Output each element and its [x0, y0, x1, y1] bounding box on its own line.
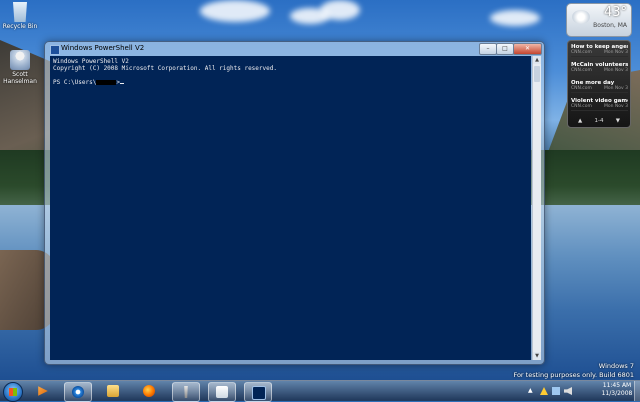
- console-line: Copyright (C) 2008 Microsoft Corporation…: [53, 65, 277, 72]
- previous-arrow-icon[interactable]: ▲: [578, 118, 582, 124]
- powershell-icon: [252, 386, 266, 400]
- taskbar: ▲ 11:45 AM 11/3/2008: [0, 380, 640, 402]
- news-date: Mon Nov 3: [604, 68, 628, 73]
- windows-logo-icon: [9, 388, 17, 396]
- news-source: CNN.com: [571, 104, 592, 109]
- news-source: CNN.com: [571, 86, 592, 91]
- window-title: Windows PowerShell V2: [61, 44, 145, 52]
- scroll-down-arrow-icon[interactable]: ▼: [533, 352, 541, 360]
- news-feed-gadget: How to keep anger f... CNN.comMon Nov 3 …: [567, 40, 631, 128]
- internet-explorer-icon: [72, 386, 84, 398]
- taskbar-button-internet-explorer[interactable]: [64, 382, 92, 402]
- console-line: Windows PowerShell V2: [53, 58, 129, 65]
- firefox-icon: [143, 385, 155, 397]
- taskbar-button-document[interactable]: [208, 382, 236, 402]
- powershell-window[interactable]: Windows PowerShell V2 – □ ✕ Windows Powe…: [44, 41, 545, 365]
- show-desktop-button[interactable]: [634, 381, 640, 401]
- taskbar-button-powershell[interactable]: [244, 382, 272, 402]
- scroll-thumb[interactable]: [534, 66, 540, 82]
- close-button[interactable]: ✕: [513, 43, 542, 55]
- system-clock[interactable]: 11:45 AM 11/3/2008: [600, 382, 634, 398]
- tool-icon: [184, 386, 188, 398]
- news-date: Mon Nov 3: [604, 50, 628, 55]
- weather-gadget[interactable]: 43° Boston, MA: [566, 3, 632, 37]
- weather-location: Boston, MA: [593, 22, 627, 29]
- desktop-icon-label: Recycle Bin: [2, 23, 38, 30]
- maximize-button[interactable]: □: [496, 43, 514, 55]
- taskbar-button-tool[interactable]: [172, 382, 200, 402]
- media-player-icon: [38, 386, 48, 396]
- weather-condition-icon: [572, 10, 590, 24]
- wallpaper-cloud: [490, 10, 540, 26]
- news-pager: ▲ 1-4 ▼: [578, 116, 620, 125]
- network-icon[interactable]: [552, 387, 560, 395]
- console-prompt-line: PS C:\Users\ >: [53, 79, 528, 86]
- news-page-indicator: 1-4: [594, 117, 604, 124]
- watermark-build: For testing purposes only. Build 6801: [513, 371, 634, 379]
- text-cursor: [119, 83, 124, 84]
- desktop-icon-user-folder[interactable]: Scott Hanselman: [0, 50, 40, 85]
- next-arrow-icon[interactable]: ▼: [616, 118, 620, 124]
- clock-date: 11/3/2008: [601, 390, 633, 397]
- watermark-os: Windows 7: [598, 362, 634, 370]
- console-output[interactable]: Windows PowerShell V2 Copyright (C) 2008…: [50, 56, 531, 360]
- taskbar-button-media-player[interactable]: [30, 382, 56, 400]
- vertical-scrollbar[interactable]: ▲ ▼: [532, 56, 541, 360]
- clock-time: 11:45 AM: [602, 382, 632, 389]
- news-source: CNN.com: [571, 50, 592, 55]
- taskbar-button-explorer[interactable]: [100, 382, 126, 400]
- wallpaper-cloud: [200, 0, 270, 22]
- notification-area: ▲: [528, 384, 572, 398]
- news-item[interactable]: One more day CNN.com Mon Nov 3: [571, 80, 628, 93]
- redacted-username: [96, 80, 117, 85]
- powershell-icon: [50, 45, 60, 55]
- start-button[interactable]: [3, 382, 23, 402]
- wallpaper-cloud: [320, 0, 360, 20]
- news-item[interactable]: McCain volunteers m... CNN.comMon Nov 3: [571, 62, 628, 75]
- build-watermark: Windows 7 For testing purposes only. Bui…: [513, 362, 634, 380]
- taskbar-button-firefox[interactable]: [136, 382, 162, 400]
- console-prompt: PS C:\Users\: [53, 79, 97, 86]
- recycle-bin-icon: [13, 2, 27, 22]
- folder-icon: [107, 385, 119, 397]
- desktop-icon-recycle-bin[interactable]: Recycle Bin: [0, 2, 40, 30]
- news-date: Mon Nov 3: [604, 86, 628, 91]
- minimize-button[interactable]: –: [479, 43, 497, 55]
- volume-icon[interactable]: [564, 387, 572, 395]
- window-titlebar[interactable]: Windows PowerShell V2 – □ ✕: [45, 42, 544, 56]
- news-item[interactable]: How to keep anger f... CNN.comMon Nov 3: [571, 44, 628, 57]
- document-icon: [216, 386, 228, 398]
- desktop-icon-label: Scott Hanselman: [3, 71, 37, 85]
- show-hidden-icons-icon[interactable]: ▲: [528, 387, 536, 395]
- action-center-icon[interactable]: [540, 387, 548, 395]
- news-item[interactable]: Violent video games ... CNN.comMon Nov 3: [571, 98, 628, 111]
- news-date: Mon Nov 3: [604, 104, 628, 109]
- news-source: CNN.com: [571, 68, 592, 73]
- scroll-up-arrow-icon[interactable]: ▲: [533, 56, 541, 64]
- weather-temperature: 43°: [603, 5, 627, 20]
- user-folder-icon: [10, 50, 30, 70]
